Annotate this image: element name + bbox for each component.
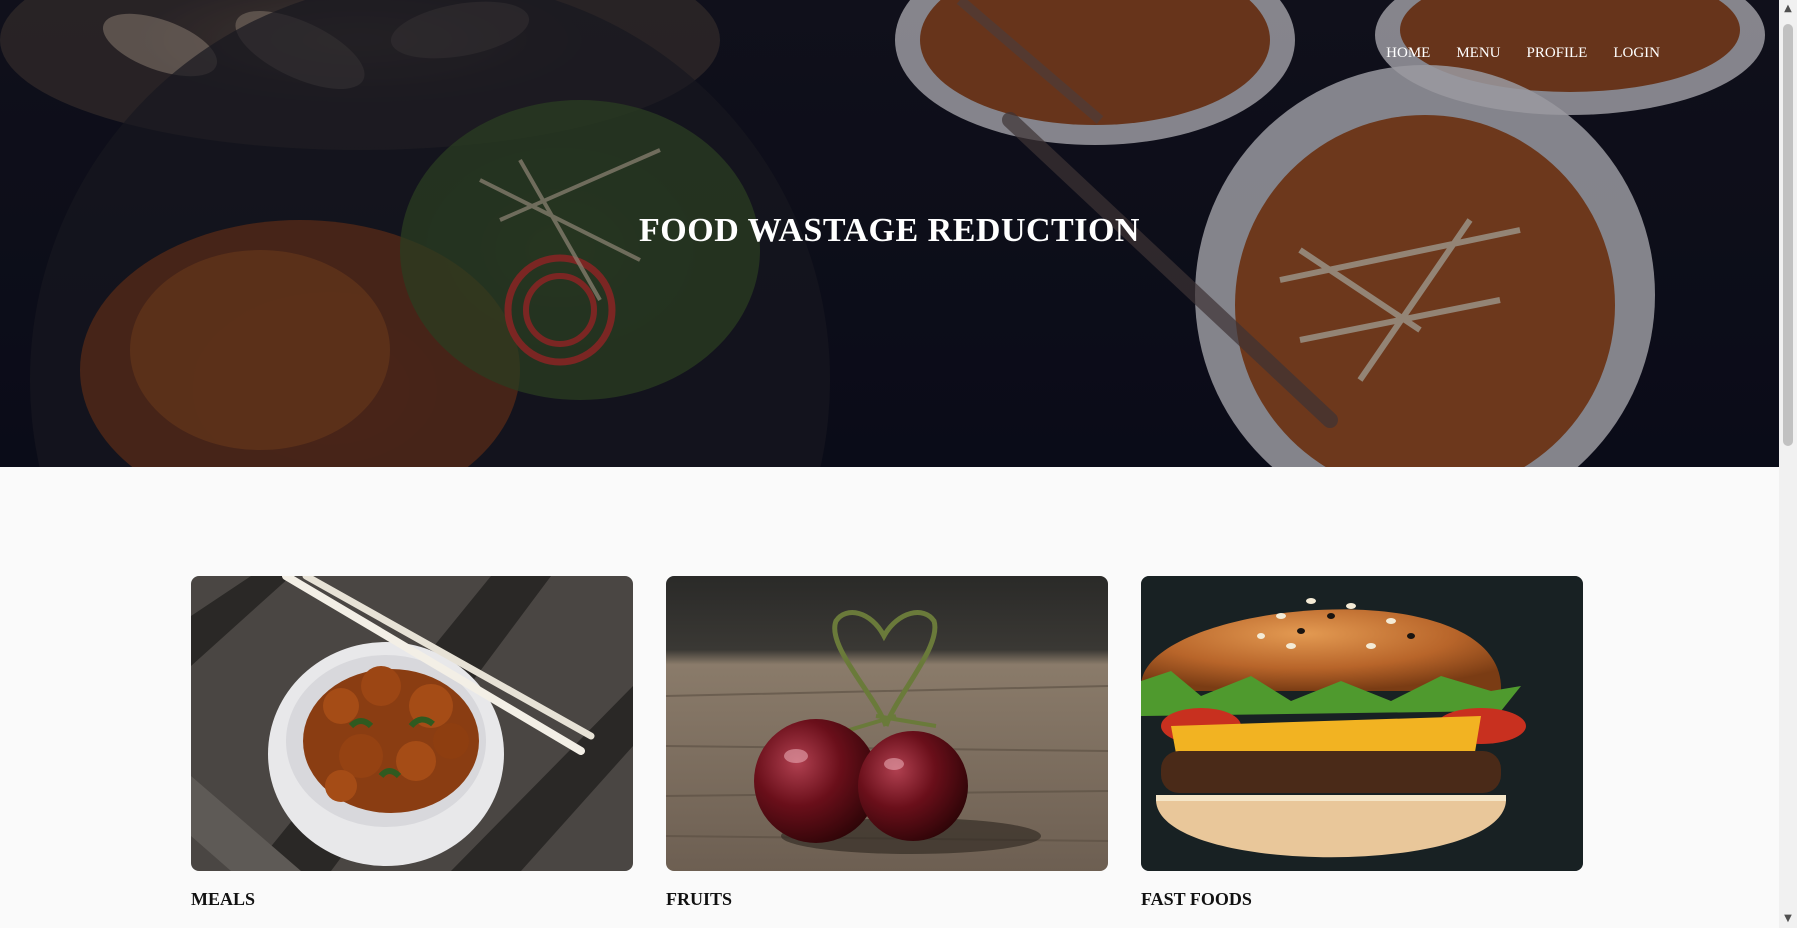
vertical-scrollbar[interactable]: ▲ ▼	[1779, 0, 1797, 928]
category-label: FRUITS	[666, 889, 733, 909]
category-cards: MEALS FRUITS FAST FOODS	[191, 576, 1583, 910]
nav-profile[interactable]: PROFILE	[1527, 45, 1588, 62]
category-label: FAST FOODS	[1141, 889, 1252, 909]
scroll-down-arrow-icon[interactable]: ▼	[1779, 910, 1797, 928]
scroll-up-arrow-icon[interactable]: ▲	[1779, 0, 1797, 18]
nav-home[interactable]: HOME	[1386, 45, 1430, 62]
nav-login[interactable]: LOGIN	[1613, 45, 1660, 62]
category-card-fast-foods[interactable]: FAST FOODS	[1141, 576, 1583, 910]
category-label: MEALS	[191, 889, 256, 909]
hero-banner: HOME MENU PROFILE LOGIN FOOD WASTAGE RED…	[0, 0, 1779, 467]
meals-image[interactable]	[191, 576, 633, 871]
category-card-meals[interactable]: MEALS	[191, 576, 633, 910]
top-nav: HOME MENU PROFILE LOGIN	[1386, 45, 1660, 62]
nav-menu[interactable]: MENU	[1456, 45, 1500, 62]
page-title: FOOD WASTAGE REDUCTION	[639, 212, 1140, 249]
scroll-thumb[interactable]	[1783, 24, 1793, 446]
category-card-fruits[interactable]: FRUITS	[666, 576, 1108, 910]
fruits-image[interactable]	[666, 576, 1108, 871]
fast-foods-image[interactable]	[1141, 576, 1583, 871]
